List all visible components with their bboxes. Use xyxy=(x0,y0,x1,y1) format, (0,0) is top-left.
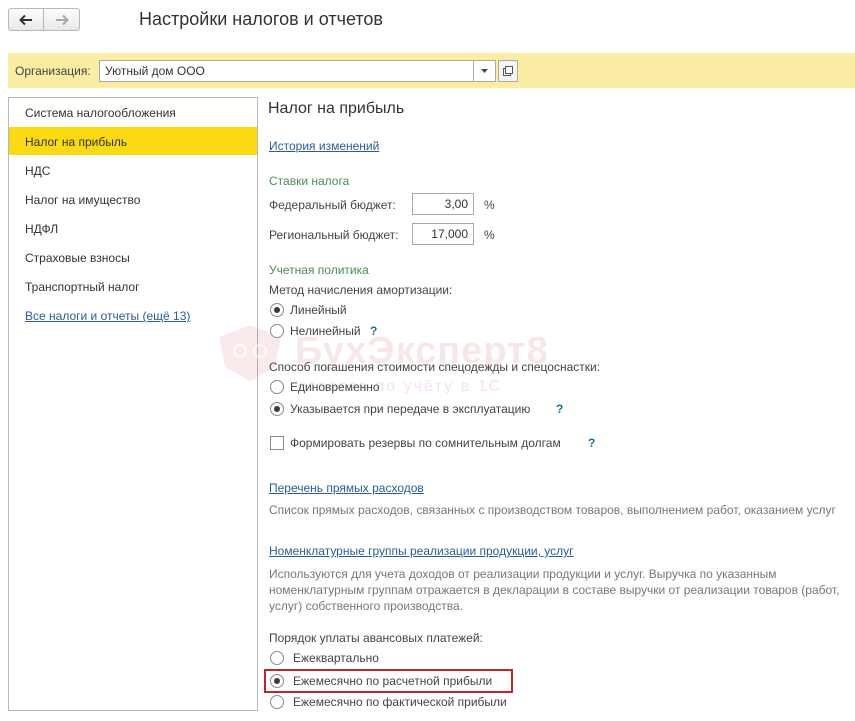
arrow-left-icon xyxy=(19,14,32,25)
advance-monthly-actual-label[interactable]: Ежемесячно по фактической прибыли xyxy=(293,695,507,709)
sidebar-item-profit-tax[interactable]: Налог на прибыль xyxy=(9,127,257,155)
workwear-once-label[interactable]: Единовременно xyxy=(290,380,380,394)
window-title: Настройки налогов и отчетов xyxy=(139,9,383,29)
amortization-linear-label[interactable]: Линейный xyxy=(290,303,347,317)
organization-dropdown-button[interactable] xyxy=(474,60,496,82)
direct-costs-description: Список прямых расходов, связанных с прои… xyxy=(269,503,836,517)
sidebar-item-insurance[interactable]: Страховые взносы xyxy=(9,243,257,271)
history-link[interactable]: История изменений xyxy=(269,139,379,153)
main-content: Налог на прибыль История изменений Ставк… xyxy=(264,97,855,721)
rates-heading: Ставки налога xyxy=(269,174,350,188)
federal-budget-label: Федеральный бюджет: xyxy=(269,198,396,212)
regional-budget-label: Региональный бюджет: xyxy=(269,228,399,242)
workwear-transfer-radio[interactable] xyxy=(270,402,284,416)
sidebar: Система налогообложения Налог на прибыль… xyxy=(8,97,258,711)
amortization-nonlinear-label[interactable]: Нелинейный xyxy=(290,324,361,338)
regional-budget-input[interactable]: 17,000 xyxy=(412,223,474,245)
sidebar-item-transport-tax[interactable]: Транспортный налог xyxy=(9,272,257,300)
sidebar-item-tax-system[interactable]: Система налогообложения xyxy=(9,98,257,126)
workwear-once-radio[interactable] xyxy=(270,380,284,394)
back-button[interactable] xyxy=(8,8,44,31)
workwear-label: Способ погашения стоимости спецодежды и … xyxy=(269,360,601,374)
sidebar-item-vat[interactable]: НДС xyxy=(9,156,257,184)
amortization-label: Метод начисления амортизации: xyxy=(269,283,453,297)
reserves-checkbox[interactable] xyxy=(270,436,284,450)
advance-quarterly-label[interactable]: Ежеквартально xyxy=(293,651,379,665)
nomenclature-link[interactable]: Номенклатурные группы реализации продукц… xyxy=(269,544,574,558)
page-title: Налог на прибыль xyxy=(268,100,405,117)
arrow-right-icon xyxy=(55,14,69,25)
regional-percent: % xyxy=(484,228,495,242)
direct-costs-link[interactable]: Перечень прямых расходов xyxy=(269,481,424,495)
workwear-transfer-label[interactable]: Указывается при передаче в эксплуатацию xyxy=(290,402,530,416)
amortization-help-icon[interactable]: ? xyxy=(370,324,377,338)
amortization-linear-radio[interactable] xyxy=(270,303,284,317)
workwear-help-icon[interactable]: ? xyxy=(556,402,563,416)
forward-button[interactable] xyxy=(44,8,80,31)
policy-heading: Учетная политика xyxy=(269,263,369,277)
advance-monthly-actual-radio[interactable] xyxy=(270,695,284,709)
organization-label: Организация: xyxy=(15,64,91,78)
advance-quarterly-radio[interactable] xyxy=(270,651,284,665)
organization-input[interactable]: Уютный дом ООО xyxy=(99,60,474,82)
reserves-label[interactable]: Формировать резервы по сомнительным долг… xyxy=(290,436,561,450)
advance-payments-label: Порядок уплаты авансовых платежей: xyxy=(269,631,483,645)
reserves-help-icon[interactable]: ? xyxy=(588,436,595,450)
federal-budget-input[interactable]: 3,00 xyxy=(412,193,474,215)
nomenclature-description: Используются для учета доходов от реализ… xyxy=(269,567,840,613)
sidebar-item-ndfl[interactable]: НДФЛ xyxy=(9,214,257,242)
advance-monthly-estimated-label[interactable]: Ежемесячно по расчетной прибыли xyxy=(293,674,492,688)
open-window-icon xyxy=(503,66,513,76)
sidebar-item-property-tax[interactable]: Налог на имущество xyxy=(9,185,257,213)
chevron-down-icon xyxy=(481,69,488,73)
organization-open-button[interactable] xyxy=(498,60,518,82)
advance-monthly-estimated-radio[interactable] xyxy=(270,674,284,688)
federal-percent: % xyxy=(484,198,495,212)
amortization-nonlinear-radio[interactable] xyxy=(270,324,284,338)
organization-bar: Организация: Уютный дом ООО xyxy=(8,53,855,88)
